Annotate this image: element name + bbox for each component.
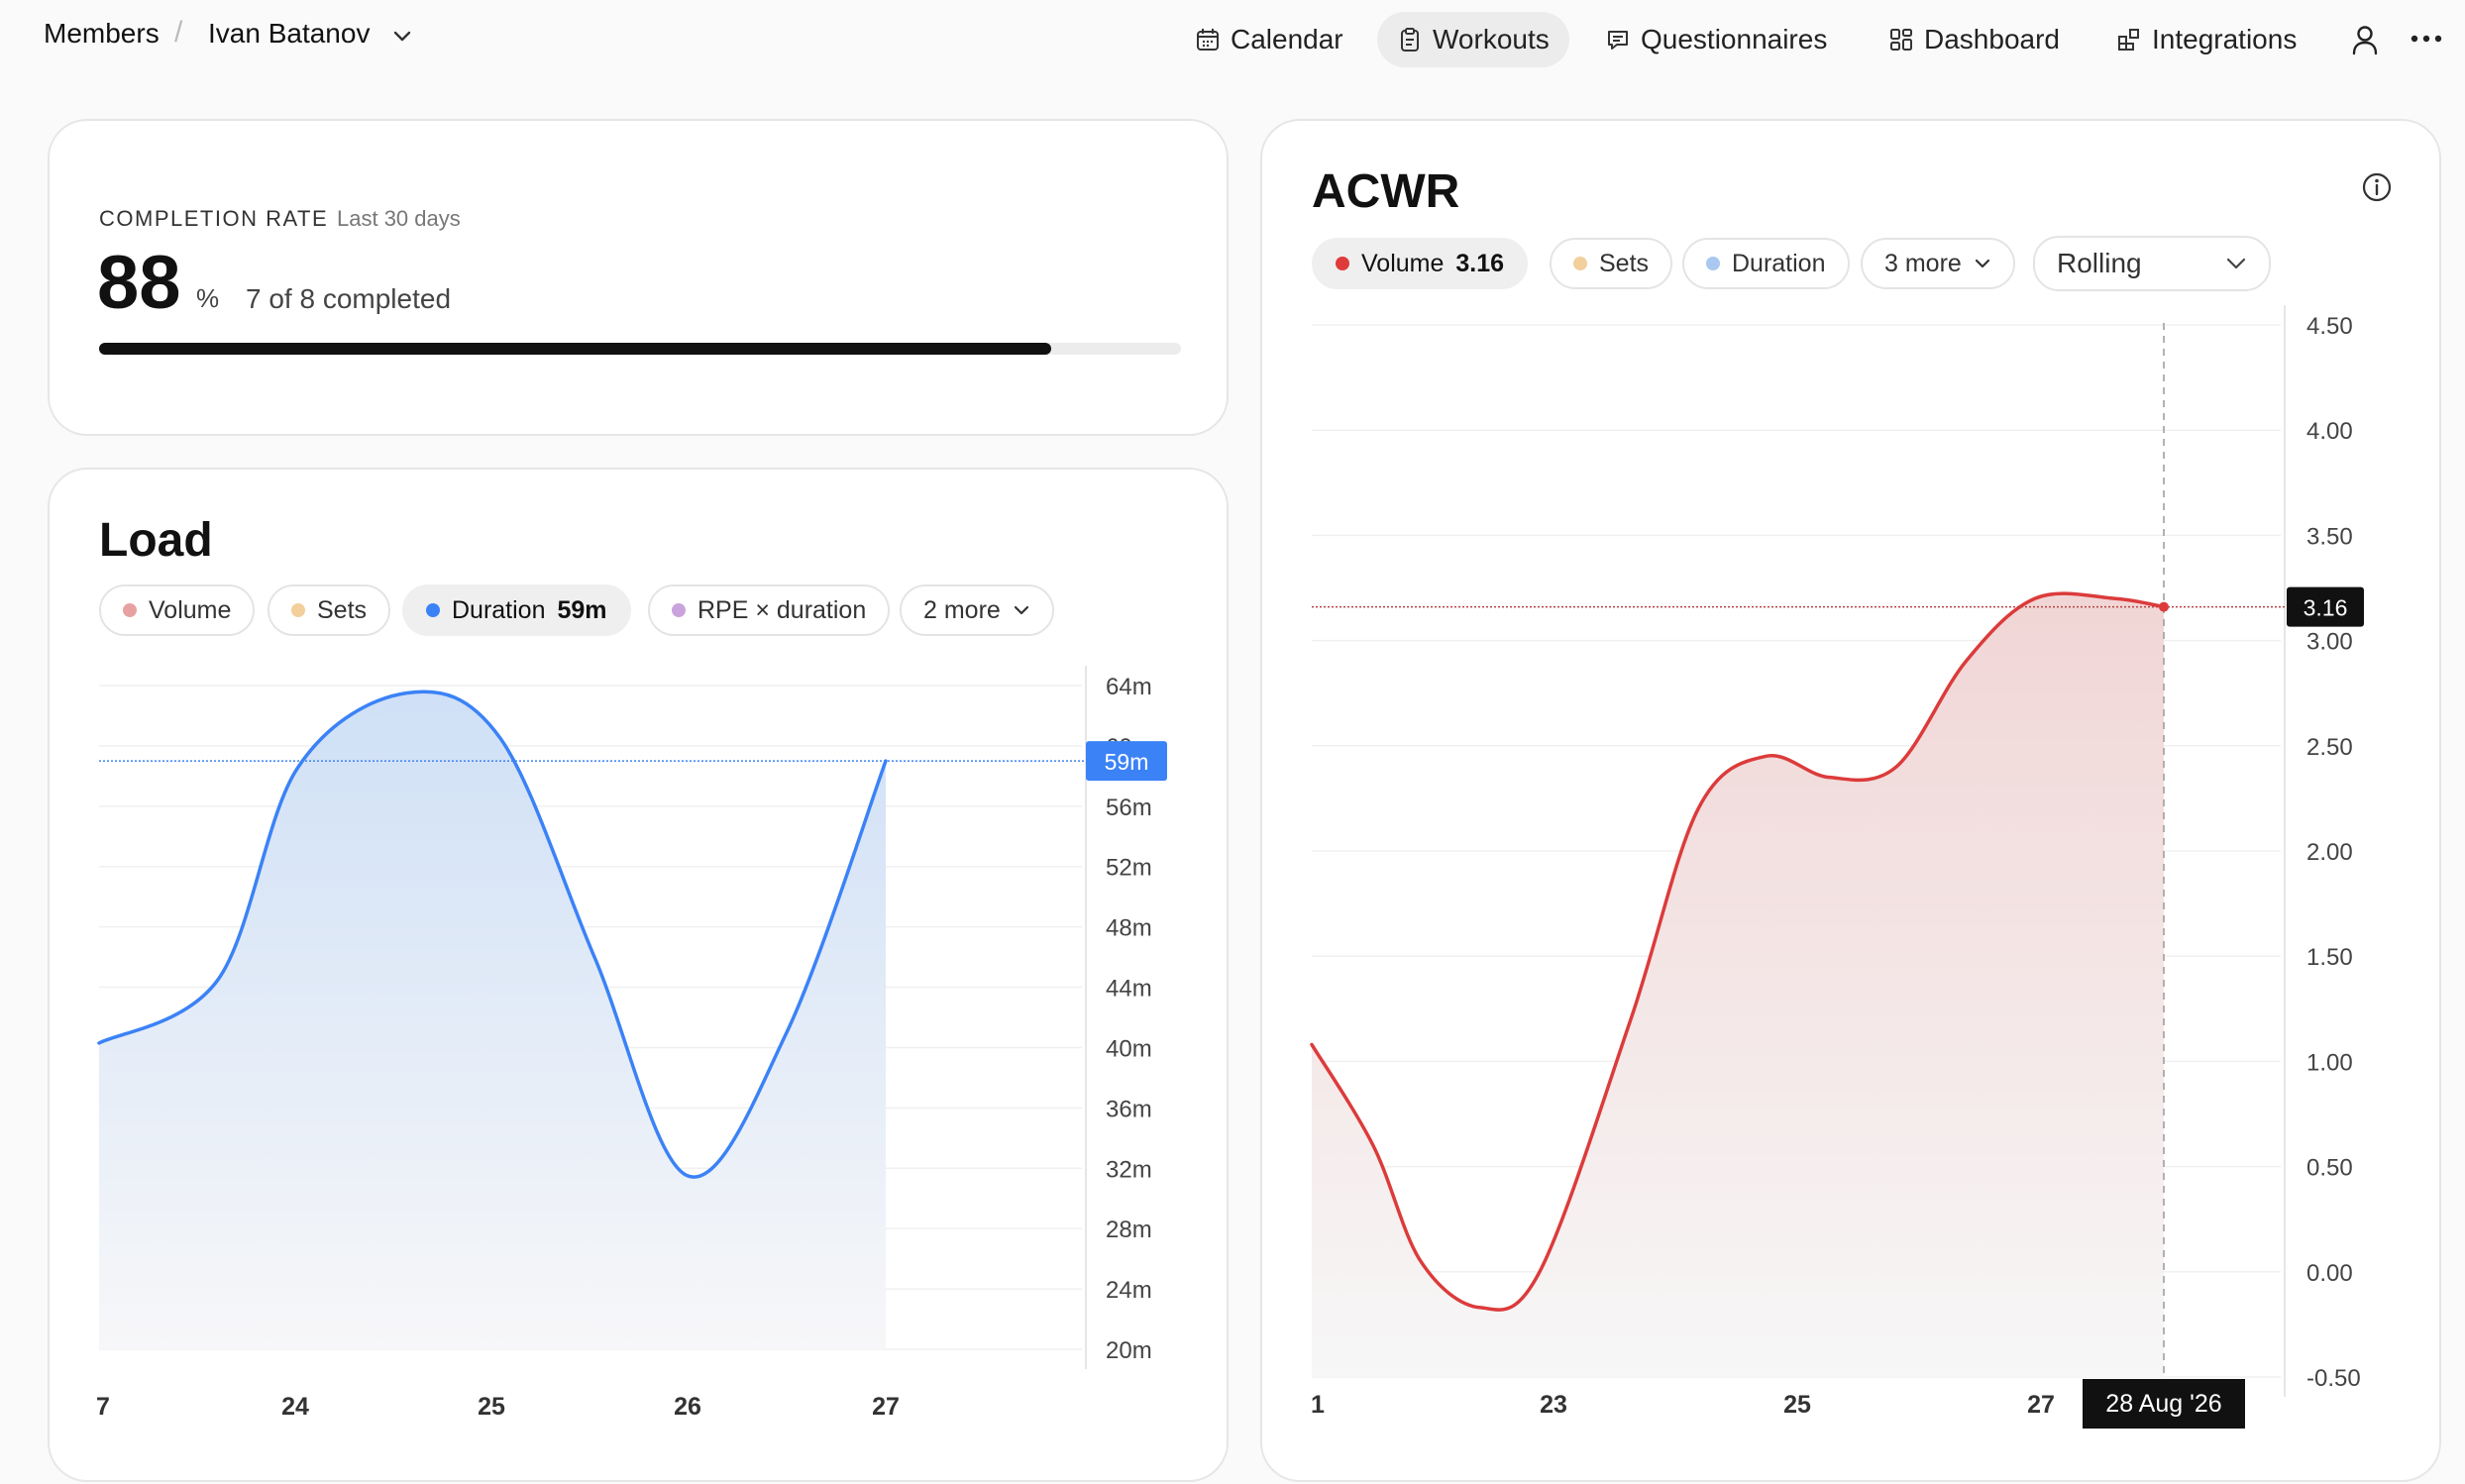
crosshair-point bbox=[2159, 601, 2169, 612]
x-tick-label: 25 bbox=[1783, 1391, 1811, 1419]
load-card: Load Volume Sets Duration 59m RPE × duration… bbox=[48, 468, 1229, 1482]
nav-calendar-label: Calendar bbox=[1231, 24, 1343, 54]
y-tick-label: 52m bbox=[1106, 855, 1152, 882]
x-tick-label: 23 bbox=[1540, 1391, 1567, 1419]
completion-label: COMPLETION RATE bbox=[99, 206, 329, 231]
nav-integrations[interactable]: Integrations bbox=[2096, 12, 2316, 67]
completion-progress-fill bbox=[99, 343, 1051, 355]
y-tick-label: -0.50 bbox=[2306, 1365, 2361, 1392]
y-tick-label: 2.50 bbox=[2306, 734, 2353, 761]
x-tick-label: 27 bbox=[872, 1393, 900, 1421]
breadcrumb-members[interactable]: Members bbox=[44, 18, 160, 50]
value-marker-text: 3.16 bbox=[2304, 595, 2348, 621]
x-tick-label: 1 bbox=[1311, 1391, 1325, 1419]
nav-calendar[interactable]: Calendar bbox=[1175, 12, 1363, 67]
completion-period: Last 30 days bbox=[337, 206, 461, 231]
breadcrumb-separator: / bbox=[174, 16, 183, 49]
y-tick-label: 3.50 bbox=[2306, 523, 2353, 550]
completion-unit: % bbox=[196, 283, 220, 313]
load-chart[interactable]: 64m60m56m52m48m44m40m36m32m28m24m20m59m7… bbox=[50, 470, 1229, 1482]
acwr-card: ACWR Volume 3.16 Sets Duration 3 more Rolli… bbox=[1260, 119, 2441, 1482]
x-tick-label: 7 bbox=[96, 1393, 110, 1421]
breadcrumb-member-name[interactable]: Ivan Batanov bbox=[208, 18, 370, 50]
clipboard-icon bbox=[1401, 28, 1419, 52]
value-marker-text: 59m bbox=[1105, 749, 1149, 775]
nav-integrations-label: Integrations bbox=[2152, 24, 2298, 54]
y-tick-label: 56m bbox=[1106, 795, 1152, 821]
calendar-icon bbox=[1197, 29, 1219, 51]
x-tick-label: 26 bbox=[674, 1393, 701, 1421]
y-tick-label: 1.00 bbox=[2306, 1049, 2353, 1076]
series-area bbox=[1312, 593, 2164, 1377]
more-options-icon[interactable] bbox=[2410, 34, 2443, 44]
nav-dashboard[interactable]: Dashboard bbox=[1869, 12, 2080, 67]
y-tick-label: 0.00 bbox=[2306, 1260, 2353, 1287]
x-tick-label: 27 bbox=[2027, 1391, 2055, 1419]
y-tick-label: 48m bbox=[1106, 915, 1152, 942]
crosshair-date-text: 28 Aug '26 bbox=[2105, 1390, 2221, 1418]
blocks-icon bbox=[2118, 29, 2139, 51]
y-tick-label: 2.00 bbox=[2306, 839, 2353, 866]
y-tick-label: 1.50 bbox=[2306, 944, 2353, 971]
user-icon[interactable] bbox=[2350, 24, 2380, 55]
y-tick-label: 32m bbox=[1106, 1156, 1152, 1183]
y-tick-label: 64m bbox=[1106, 674, 1152, 700]
y-tick-label: 28m bbox=[1106, 1217, 1152, 1243]
y-tick-label: 24m bbox=[1106, 1277, 1152, 1304]
y-tick-label: 4.50 bbox=[2306, 313, 2353, 340]
y-tick-label: 44m bbox=[1106, 976, 1152, 1003]
completion-detail: 7 of 8 completed bbox=[246, 283, 452, 314]
nav-workouts-label: Workouts bbox=[1433, 24, 1550, 54]
completion-value: 88 bbox=[97, 241, 181, 325]
y-tick-label: 20m bbox=[1106, 1337, 1152, 1364]
nav-workouts[interactable]: Workouts bbox=[1377, 12, 1569, 67]
chevron-down-icon[interactable] bbox=[392, 30, 412, 44]
nav-dashboard-label: Dashboard bbox=[1924, 24, 2060, 54]
y-tick-label: 40m bbox=[1106, 1035, 1152, 1062]
y-tick-label: 36m bbox=[1106, 1096, 1152, 1122]
y-tick-label: 3.00 bbox=[2306, 629, 2353, 656]
x-tick-label: 25 bbox=[478, 1393, 505, 1421]
completion-progress-track bbox=[99, 343, 1181, 355]
nav-questionnaires[interactable]: Questionnaires bbox=[1585, 12, 1847, 67]
y-tick-label: 4.00 bbox=[2306, 418, 2353, 445]
acwr-chart[interactable]: 4.50 4.00 3.50 3.00 2.50 2.00 1.50 1.00 0.50 0.00… bbox=[1262, 121, 2441, 1482]
nav-questionnaires-label: Questionnaires bbox=[1641, 24, 1828, 54]
y-tick-label: 0.50 bbox=[2306, 1155, 2353, 1182]
series-area bbox=[99, 691, 886, 1349]
completion-rate-card: COMPLETION RATE Last 30 days 88 % 7 of 8… bbox=[48, 119, 1229, 436]
grid-icon bbox=[1890, 29, 1912, 51]
message-icon bbox=[1608, 31, 1628, 50]
x-tick-label: 24 bbox=[281, 1393, 309, 1421]
